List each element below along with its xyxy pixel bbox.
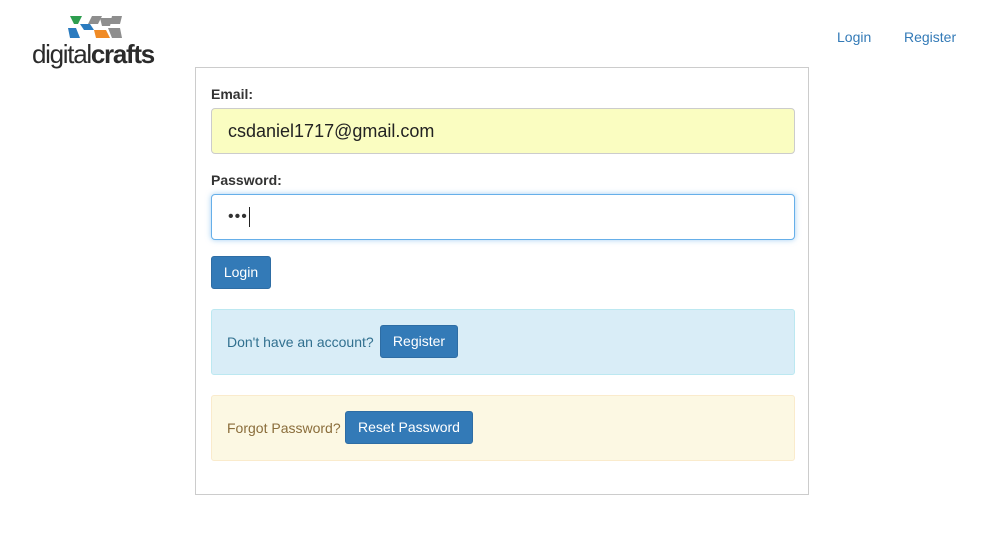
email-label: Email: [211, 86, 254, 102]
register-button[interactable]: Register [380, 325, 458, 358]
nav-login-link[interactable]: Login [837, 29, 871, 45]
logo-mark-icon [68, 16, 122, 38]
forgot-password-text: Forgot Password? [227, 420, 341, 436]
digitalcrafts-logo[interactable]: digitalcrafts [30, 14, 162, 68]
register-panel: Don't have an account? Register [211, 309, 795, 375]
login-form-card: Email: csdaniel1717@gmail.com Password: … [195, 67, 809, 495]
nav-register-link[interactable]: Register [904, 29, 956, 45]
register-prompt-text: Don't have an account? [227, 334, 374, 350]
password-input[interactable]: ••• [211, 194, 795, 240]
reset-password-panel: Forgot Password? Reset Password [211, 395, 795, 461]
password-label: Password: [211, 172, 282, 188]
email-input[interactable]: csdaniel1717@gmail.com [211, 108, 795, 154]
login-button[interactable]: Login [211, 256, 271, 289]
logo-text-regular: digital [32, 39, 92, 69]
logo-text-bold: crafts [90, 39, 155, 69]
logo-wordmark: digitalcrafts [32, 39, 155, 69]
login-page: digitalcrafts Login Register Email: csda… [0, 0, 998, 556]
text-caret [248, 206, 250, 227]
password-masked-value: ••• [228, 208, 248, 225]
reset-password-button[interactable]: Reset Password [345, 411, 473, 444]
